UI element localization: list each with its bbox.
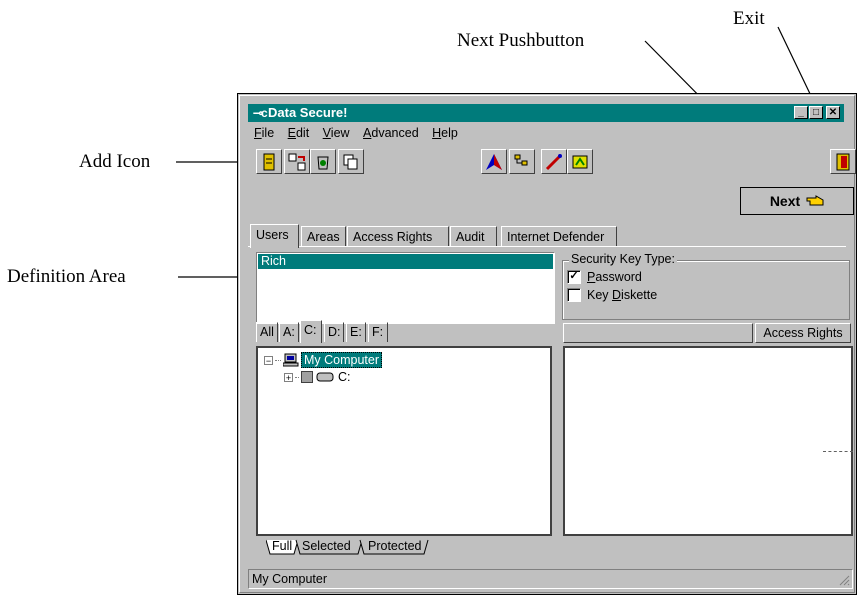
drive-tab-c[interactable]: C: <box>300 320 322 343</box>
add-button[interactable] <box>256 149 282 174</box>
move-icon <box>288 153 306 170</box>
add-icon <box>263 153 275 170</box>
callout-definition-area: Definition Area <box>7 266 126 287</box>
key-diskette-option[interactable]: Key Diskette <box>567 288 657 302</box>
status-bar: My Computer <box>248 569 853 589</box>
tab-selected[interactable]: Selected <box>300 539 353 555</box>
tab-internet-defender[interactable]: Internet Defender <box>501 226 617 247</box>
menu-bar: File Edit View Advanced Help <box>254 126 468 144</box>
recycle-icon <box>317 156 329 169</box>
password-option[interactable]: ✓ Password <box>567 270 642 284</box>
key-cert-button[interactable] <box>567 149 593 174</box>
status-text: My Computer <box>252 572 328 586</box>
hard-drive-icon <box>316 372 334 382</box>
next-button[interactable]: Next <box>740 187 854 215</box>
access-rights-pane[interactable] <box>563 346 853 536</box>
resize-grip-icon[interactable] <box>838 574 850 586</box>
close-icon: ✕ <box>828 107 838 118</box>
recycle-button[interactable] <box>310 149 336 174</box>
drive-tree[interactable]: − My Computer + C: <box>256 346 552 536</box>
pointing-hand-icon <box>806 195 824 206</box>
callout-add-icon: Add Icon <box>79 151 151 172</box>
key-icon: ⊸c <box>253 106 268 120</box>
minimize-icon: _ <box>798 107 804 118</box>
wand-icon <box>545 153 562 170</box>
tab-access-rights[interactable]: Access Rights <box>347 226 449 247</box>
wand-button[interactable] <box>541 149 567 174</box>
security-key-type-title: Security Key Type: <box>569 252 677 266</box>
window-title: Data Secure! <box>268 105 348 120</box>
tab-areas[interactable]: Areas <box>301 226 346 247</box>
move-button[interactable] <box>284 149 310 174</box>
access-rights-column-header[interactable]: Access Rights <box>755 323 851 343</box>
password-label: Password <box>587 270 642 284</box>
user-row-selected[interactable]: Rich <box>258 254 553 269</box>
collapse-icon[interactable]: − <box>264 355 273 365</box>
key-cert-icon <box>572 155 588 168</box>
tree-icon <box>514 154 528 165</box>
callout-next-pushbutton: Next Pushbutton <box>457 30 585 51</box>
arrow-logo-icon <box>486 153 502 170</box>
maximize-icon: □ <box>812 107 820 118</box>
menu-help[interactable]: Help <box>432 126 458 140</box>
tree-button[interactable] <box>509 149 535 174</box>
copy-button[interactable] <box>338 149 364 174</box>
drive-tab-e[interactable]: E: <box>346 322 366 342</box>
callout-exit: Exit <box>733 8 765 29</box>
tree-label-c-drive: C: <box>338 370 351 384</box>
drive-tab-all[interactable]: All <box>256 322 278 342</box>
app-window: ⊸c Data Secure! _ □ ✕ File Edit View Adv… <box>237 93 857 595</box>
computer-icon <box>283 353 299 367</box>
menu-edit[interactable]: Edit <box>288 126 310 140</box>
tree-item-c-drive[interactable]: + C: <box>284 370 351 384</box>
tab-audit[interactable]: Audit <box>450 226 497 247</box>
next-button-label: Next <box>769 193 801 209</box>
drive-tab-f[interactable]: F: <box>368 322 388 342</box>
definition-area[interactable]: Rich <box>256 252 555 324</box>
password-checkbox[interactable]: ✓ <box>567 270 581 284</box>
right-pane-header: Access Rights <box>563 323 851 343</box>
key-diskette-label: Key Diskette <box>587 288 658 302</box>
drive-tab-a[interactable]: A: <box>279 322 299 342</box>
tree-label-my-computer: My Computer <box>301 352 383 368</box>
menu-view[interactable]: View <box>323 126 350 140</box>
tab-protected[interactable]: Protected <box>366 539 424 555</box>
exit-door-icon <box>836 153 850 170</box>
title-bar[interactable]: ⊸c Data Secure! _ □ ✕ <box>248 104 844 122</box>
logo-button[interactable] <box>481 149 507 174</box>
exit-button[interactable] <box>830 149 856 174</box>
menu-file[interactable]: File <box>254 126 274 140</box>
tab-users[interactable]: Users <box>250 224 299 248</box>
tab-full[interactable]: Full <box>270 539 294 555</box>
maximize-button[interactable]: □ <box>809 106 823 119</box>
tree-item-my-computer[interactable]: − My Computer <box>264 352 383 368</box>
copy-icon <box>343 154 358 169</box>
security-key-type-group: Security Key Type: ✓ Password Key Disket… <box>562 252 850 320</box>
drive-checkbox[interactable] <box>301 371 313 383</box>
menu-advanced[interactable]: Advanced <box>363 126 419 140</box>
close-button[interactable]: ✕ <box>826 106 840 119</box>
toolbar <box>248 149 856 177</box>
drive-tab-d[interactable]: D: <box>324 322 344 342</box>
expand-icon[interactable]: + <box>284 372 293 382</box>
minimize-button[interactable]: _ <box>794 106 808 119</box>
key-diskette-checkbox[interactable] <box>567 288 581 302</box>
